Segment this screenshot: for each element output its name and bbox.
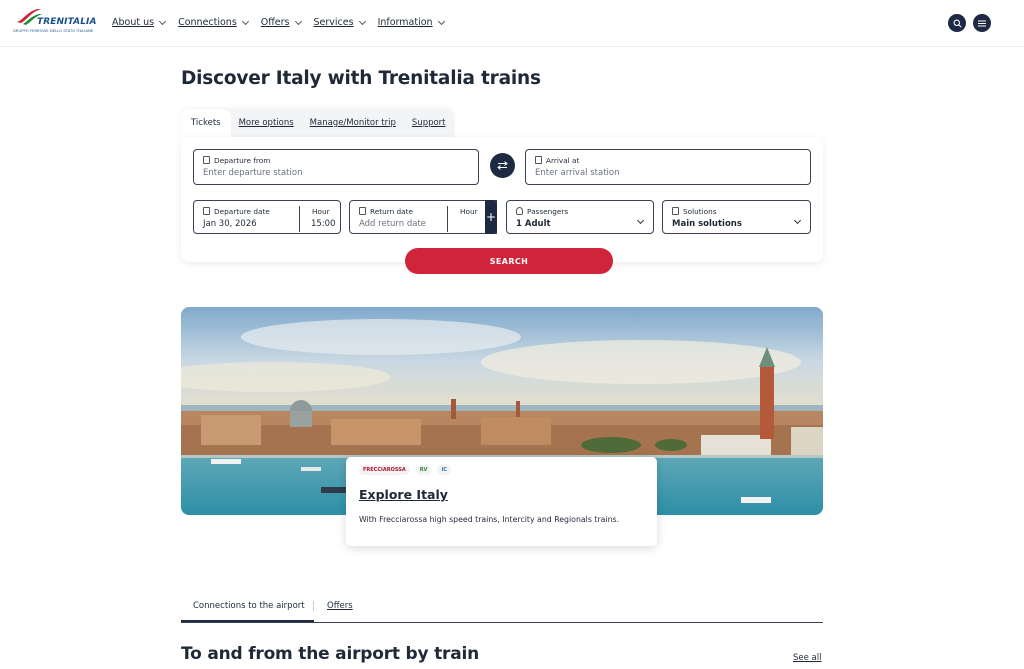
intercity-badge: IC <box>437 465 451 475</box>
return-date-placeholder: Add return date <box>359 219 427 229</box>
main-nav: About us Connections Offers Services Inf… <box>112 17 457 28</box>
arrival-field[interactable]: Arrival at Enter arrival station <box>525 149 811 185</box>
train-badges: FRECCIAROSSA RV IC <box>359 465 451 475</box>
card-description: With Frecciarossa high speed trains, Int… <box>359 515 620 524</box>
explore-italy-link[interactable]: Explore Italy <box>359 487 448 502</box>
logo-subtext: GRUPPO FERROVIE DELLO STATO ITALIANE <box>13 29 94 33</box>
booking-panel: Departure from Enter departure station A… <box>181 137 823 274</box>
booking-tabs: Tickets More options Manage/Monitor trip… <box>181 109 454 137</box>
explore-italy-card: FRECCIAROSSA RV IC Explore Italy With Fr… <box>346 457 657 546</box>
see-all-link[interactable]: See all <box>793 653 822 663</box>
passengers-value: 1 Adult <box>516 219 551 229</box>
departure-field[interactable]: Departure from Enter departure station <box>193 149 479 185</box>
departure-placeholder: Enter departure station <box>203 168 303 178</box>
search-button[interactable]: SEARCH <box>405 248 613 274</box>
tab-more-options[interactable]: More options <box>231 109 302 137</box>
tab-support[interactable]: Support <box>404 109 454 137</box>
tab-offers[interactable]: Offers <box>327 601 353 611</box>
person-icon <box>516 207 523 215</box>
active-tab-indicator <box>181 620 314 622</box>
departure-date-value: Jan 30, 2026 <box>203 219 257 229</box>
chevron-down-icon <box>793 216 802 225</box>
nav-information[interactable]: Information <box>377 17 445 28</box>
top-header: TRENITALIA GRUPPO FERROVIE DELLO STATO I… <box>0 0 1024 47</box>
passengers-dropdown[interactable]: Passengers 1 Adult <box>506 200 654 234</box>
station-icon <box>203 156 210 164</box>
chevron-down-icon <box>358 17 366 25</box>
tab-manage-monitor-trip[interactable]: Manage/Monitor trip <box>302 109 404 137</box>
trenitalia-logo[interactable]: TRENITALIA GRUPPO FERROVIE DELLO STATO I… <box>13 6 97 34</box>
logo-wordmark: TRENITALIA <box>37 17 97 27</box>
return-date-field[interactable]: Return date Add return date Hour <box>349 200 497 234</box>
departure-hour-label: Hour <box>312 207 330 216</box>
departure-label: Departure from <box>214 156 271 165</box>
search-icon <box>953 19 961 27</box>
search-button[interactable] <box>948 14 966 32</box>
arrival-label: Arrival at <box>546 156 580 165</box>
airport-tabs: Connections to the airport Offers <box>181 597 823 623</box>
nav-label: Offers <box>260 17 290 28</box>
nav-about-us[interactable]: About us <box>112 17 167 28</box>
swap-arrows-icon <box>497 161 508 170</box>
calendar-icon <box>359 207 366 215</box>
nav-connections[interactable]: Connections <box>178 17 249 28</box>
departure-hour-value[interactable]: 15:00 <box>311 219 336 229</box>
station-icon <box>535 156 542 164</box>
departure-date-field[interactable]: Departure date Jan 30, 2026 Hour 15:00 <box>193 200 341 234</box>
swap-stations-button[interactable] <box>490 153 515 178</box>
chevron-down-icon <box>294 17 302 25</box>
regionale-badge: RV <box>415 465 432 475</box>
departure-date-label: Departure date <box>214 207 270 216</box>
field-divider <box>299 206 300 232</box>
return-hour-label: Hour <box>460 207 478 216</box>
tab-tickets[interactable]: Tickets <box>181 109 231 137</box>
chevron-down-icon <box>159 17 167 25</box>
add-return-button[interactable]: + <box>485 200 497 234</box>
page-title: Discover Italy with Trenitalia trains <box>181 68 541 89</box>
nav-label: Connections <box>178 17 237 28</box>
nav-label: About us <box>112 17 155 28</box>
menu-button[interactable] <box>973 14 991 32</box>
chevron-down-icon <box>241 17 249 25</box>
solutions-label: Solutions <box>683 207 717 216</box>
solutions-value: Main solutions <box>672 219 742 229</box>
tab-connections-to-the-airport[interactable]: Connections to the airport <box>193 601 305 611</box>
arrival-placeholder: Enter arrival station <box>535 168 620 178</box>
frecciarossa-badge: FRECCIAROSSA <box>359 465 410 475</box>
section-title: To and from the airport by train <box>181 644 480 664</box>
solutions-dropdown[interactable]: Solutions Main solutions <box>662 200 811 234</box>
nav-offers[interactable]: Offers <box>260 17 302 28</box>
nav-label: Information <box>377 17 433 28</box>
chevron-down-icon <box>636 216 645 225</box>
menu-icon <box>978 20 986 26</box>
filter-icon <box>672 207 679 215</box>
return-date-label: Return date <box>370 207 413 216</box>
chevron-down-icon <box>437 17 445 25</box>
tab-separator <box>313 601 314 611</box>
nav-label: Services <box>313 17 354 28</box>
passengers-label: Passengers <box>527 207 569 216</box>
field-divider <box>447 206 448 232</box>
calendar-icon <box>203 207 210 215</box>
nav-services[interactable]: Services <box>313 17 366 28</box>
